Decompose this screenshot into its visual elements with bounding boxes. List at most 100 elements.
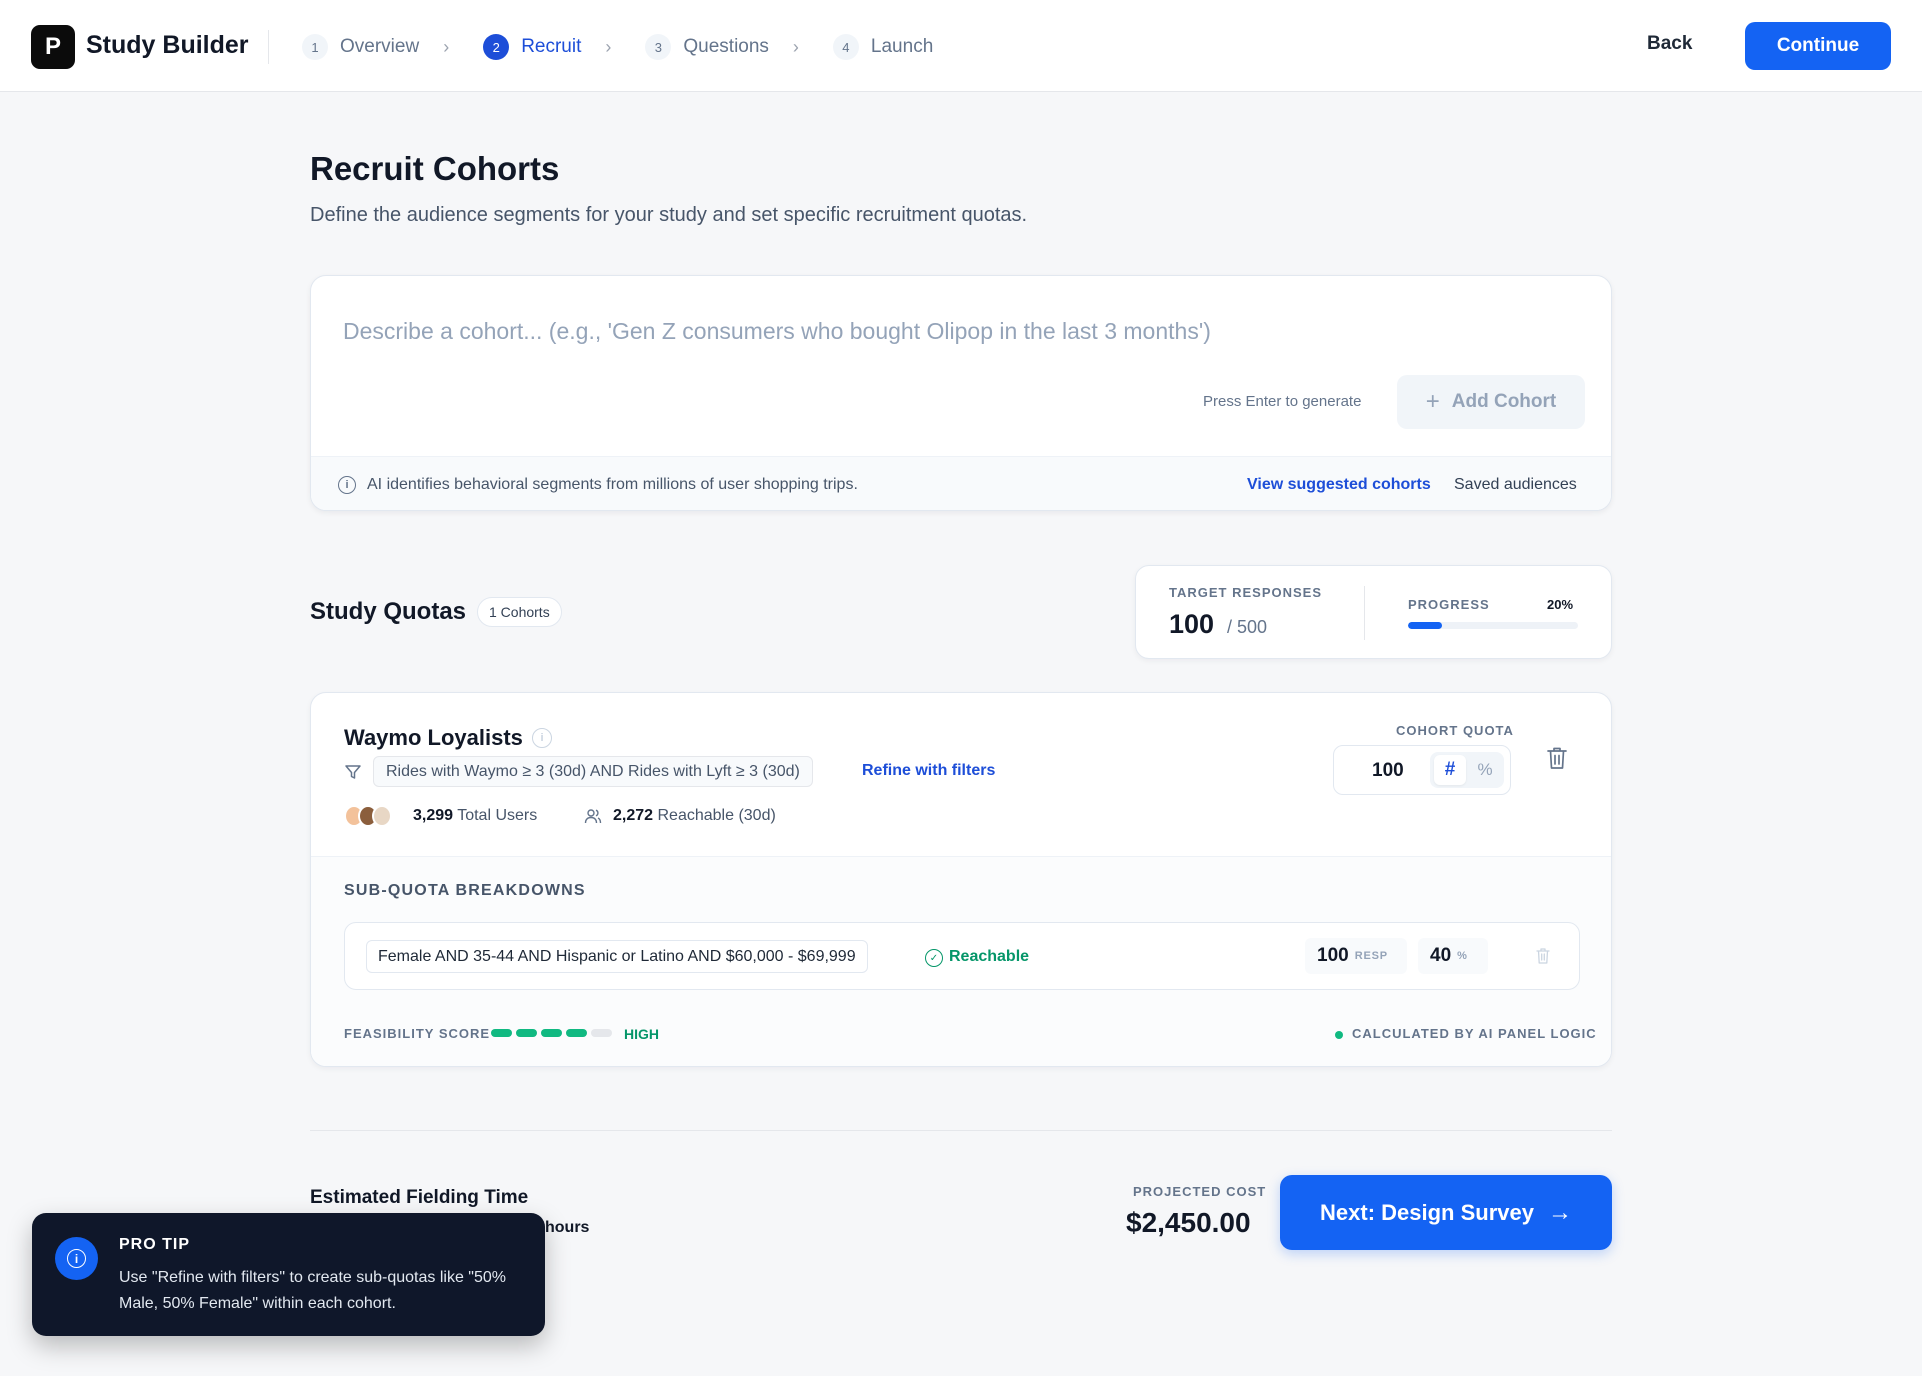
feasibility-level: HIGH	[624, 1026, 659, 1042]
progress-label: PROGRESS	[1408, 597, 1490, 612]
feasibility-bar-segment	[491, 1029, 512, 1037]
status-dot	[1335, 1031, 1343, 1039]
trash-icon[interactable]	[1535, 947, 1551, 965]
target-responses-value: 100	[1169, 609, 1215, 639]
count-unit-toggle[interactable]: #	[1434, 755, 1466, 785]
cohort-name: Waymo Loyalists	[344, 725, 523, 750]
chevron-right-icon: ›	[792, 36, 799, 57]
feasibility-label: FEASIBILITY SCORE	[344, 1026, 491, 1041]
stepper: 1 Overview › 2 Recruit › 3 Questions › 4…	[302, 33, 933, 61]
filter-icon	[345, 765, 361, 779]
avatar	[372, 805, 392, 827]
step-label: Launch	[870, 36, 934, 57]
refine-with-filters-link[interactable]: Refine with filters	[862, 762, 995, 780]
cohort-count-badge: 1 Cohorts	[477, 597, 562, 627]
total-users-label: Total Users	[457, 807, 538, 824]
sub-quota-percent-input[interactable]: 40 %	[1418, 938, 1488, 974]
continue-button[interactable]: Continue	[1745, 22, 1891, 70]
reachable-status: Reachable	[949, 948, 1030, 965]
page-title: Recruit Cohorts	[310, 150, 560, 187]
step-recruit[interactable]: 2 Recruit ›	[483, 34, 645, 60]
step-number: 3	[645, 34, 672, 60]
next-button-label: Next: Design Survey	[1320, 1199, 1534, 1225]
reachable-label: Reachable (30d)	[657, 807, 776, 824]
reachable-users: 2,272 Reachable (30d)	[613, 807, 776, 825]
users-icon	[584, 809, 602, 824]
arrow-right-icon: →	[1547, 1198, 1572, 1226]
trash-icon[interactable]	[1545, 745, 1569, 771]
step-label: Recruit	[521, 36, 582, 57]
plus-icon: +	[1425, 388, 1440, 415]
progress-bar-fill	[1408, 622, 1442, 629]
total-users-count: 3,299	[413, 807, 454, 824]
back-button[interactable]: Back	[1647, 33, 1692, 55]
feasibility-bar-segment	[516, 1029, 537, 1037]
add-cohort-button[interactable]: + Add Cohort	[1397, 375, 1585, 429]
filter-criteria-chip: Rides with Waymo ≥ 3 (30d) AND Rides wit…	[373, 756, 813, 787]
step-overview[interactable]: 1 Overview ›	[302, 34, 483, 60]
progress-bar	[1408, 622, 1578, 629]
cohort-quota-value: 100	[1372, 760, 1404, 781]
percent-unit-toggle[interactable]: %	[1470, 755, 1500, 785]
total-users: 3,299 Total Users	[413, 807, 537, 825]
add-cohort-label: Add Cohort	[1451, 391, 1557, 412]
cohort-quota-input[interactable]: 100 # %	[1333, 745, 1511, 795]
projected-cost-value: $2,450.00	[1126, 1207, 1251, 1238]
feasibility-bar-segment	[541, 1029, 562, 1037]
step-launch[interactable]: 4 Launch	[832, 34, 934, 60]
sub-quota-percent-value: 40	[1430, 945, 1452, 966]
header-divider	[268, 30, 269, 64]
info-icon: i	[338, 476, 356, 494]
sub-quota-section: SUB-QUOTA BREAKDOWNS Female AND 35-44 AN…	[311, 856, 1611, 1066]
sub-quota-responses-value: 100	[1317, 945, 1349, 966]
study-quotas-title: Study Quotas	[310, 598, 467, 625]
sub-quota-title: SUB-QUOTA BREAKDOWNS	[344, 882, 586, 899]
pro-tip-title: PRO TIP	[119, 1236, 191, 1253]
next-design-survey-button[interactable]: Next: Design Survey →	[1280, 1175, 1612, 1250]
describe-footer: i AI identifies behavioral segments from…	[311, 456, 1611, 510]
cohort-description-input[interactable]	[343, 318, 1543, 345]
cohort-card: Waymo Loyalists i Rides with Waymo ≥ 3 (…	[310, 692, 1612, 1067]
step-number: 1	[302, 34, 328, 60]
step-number: 4	[832, 34, 859, 60]
target-responses-total: / 500	[1227, 617, 1268, 637]
progress-percent: 20%	[1547, 597, 1574, 612]
avatar-stack	[344, 805, 392, 827]
step-questions[interactable]: 3 Questions ›	[645, 34, 833, 60]
estimated-fielding-value: hours	[545, 1219, 590, 1236]
view-suggested-cohorts-link[interactable]: View suggested cohorts	[1247, 476, 1431, 494]
info-icon: i	[55, 1237, 98, 1280]
chevron-right-icon: ›	[605, 36, 612, 57]
sub-quota-responses-unit: RESP	[1354, 950, 1388, 962]
target-responses-label: TARGET RESPONSES	[1169, 585, 1323, 600]
saved-audiences-link[interactable]: Saved audiences	[1454, 476, 1577, 494]
chevron-right-icon: ›	[443, 36, 450, 57]
info-icon[interactable]: i	[532, 728, 552, 748]
app-logo: P	[31, 25, 75, 69]
press-enter-hint: Press Enter to generate	[1203, 393, 1362, 410]
check-circle-icon: ✓	[925, 949, 943, 967]
feasibility-bar-segment	[566, 1029, 587, 1037]
card-divider	[1364, 586, 1365, 640]
reachable-count: 2,272	[613, 807, 654, 824]
calculated-by-label: CALCULATED BY AI PANEL LOGIC	[1352, 1026, 1597, 1041]
step-label: Overview	[340, 36, 420, 57]
step-label: Questions	[683, 36, 769, 57]
describe-cohort-card: Press Enter to generate + Add Cohort i A…	[310, 275, 1612, 511]
step-number: 2	[483, 34, 510, 60]
pro-tip-toast: i PRO TIP Use "Refine with filters" to c…	[32, 1213, 545, 1336]
feasibility-meter	[491, 1029, 616, 1037]
sub-quota-percent-unit: %	[1457, 950, 1468, 962]
cohort-quota-label: COHORT QUOTA	[1396, 723, 1514, 738]
sub-quota-row: Female AND 35-44 AND Hispanic or Latino …	[344, 922, 1580, 990]
target-responses-card: TARGET RESPONSES 100 / 500 PROGRESS 20%	[1135, 565, 1612, 659]
ai-note: AI identifies behavioral segments from m…	[367, 476, 858, 493]
sub-quota-responses-input[interactable]: 100 RESP	[1305, 938, 1407, 974]
page-subtitle: Define the audience segments for your st…	[310, 204, 1028, 226]
projected-cost-label: PROJECTED COST	[1133, 1184, 1267, 1199]
pro-tip-body: Use "Refine with filters" to create sub-…	[119, 1269, 506, 1312]
feasibility-bar-segment	[591, 1029, 612, 1037]
sub-quota-criteria[interactable]: Female AND 35-44 AND Hispanic or Latino …	[366, 940, 868, 973]
app-title: Study Builder	[86, 31, 249, 59]
top-bar: P Study Builder 1 Overview › 2 Recruit ›…	[0, 0, 1922, 92]
